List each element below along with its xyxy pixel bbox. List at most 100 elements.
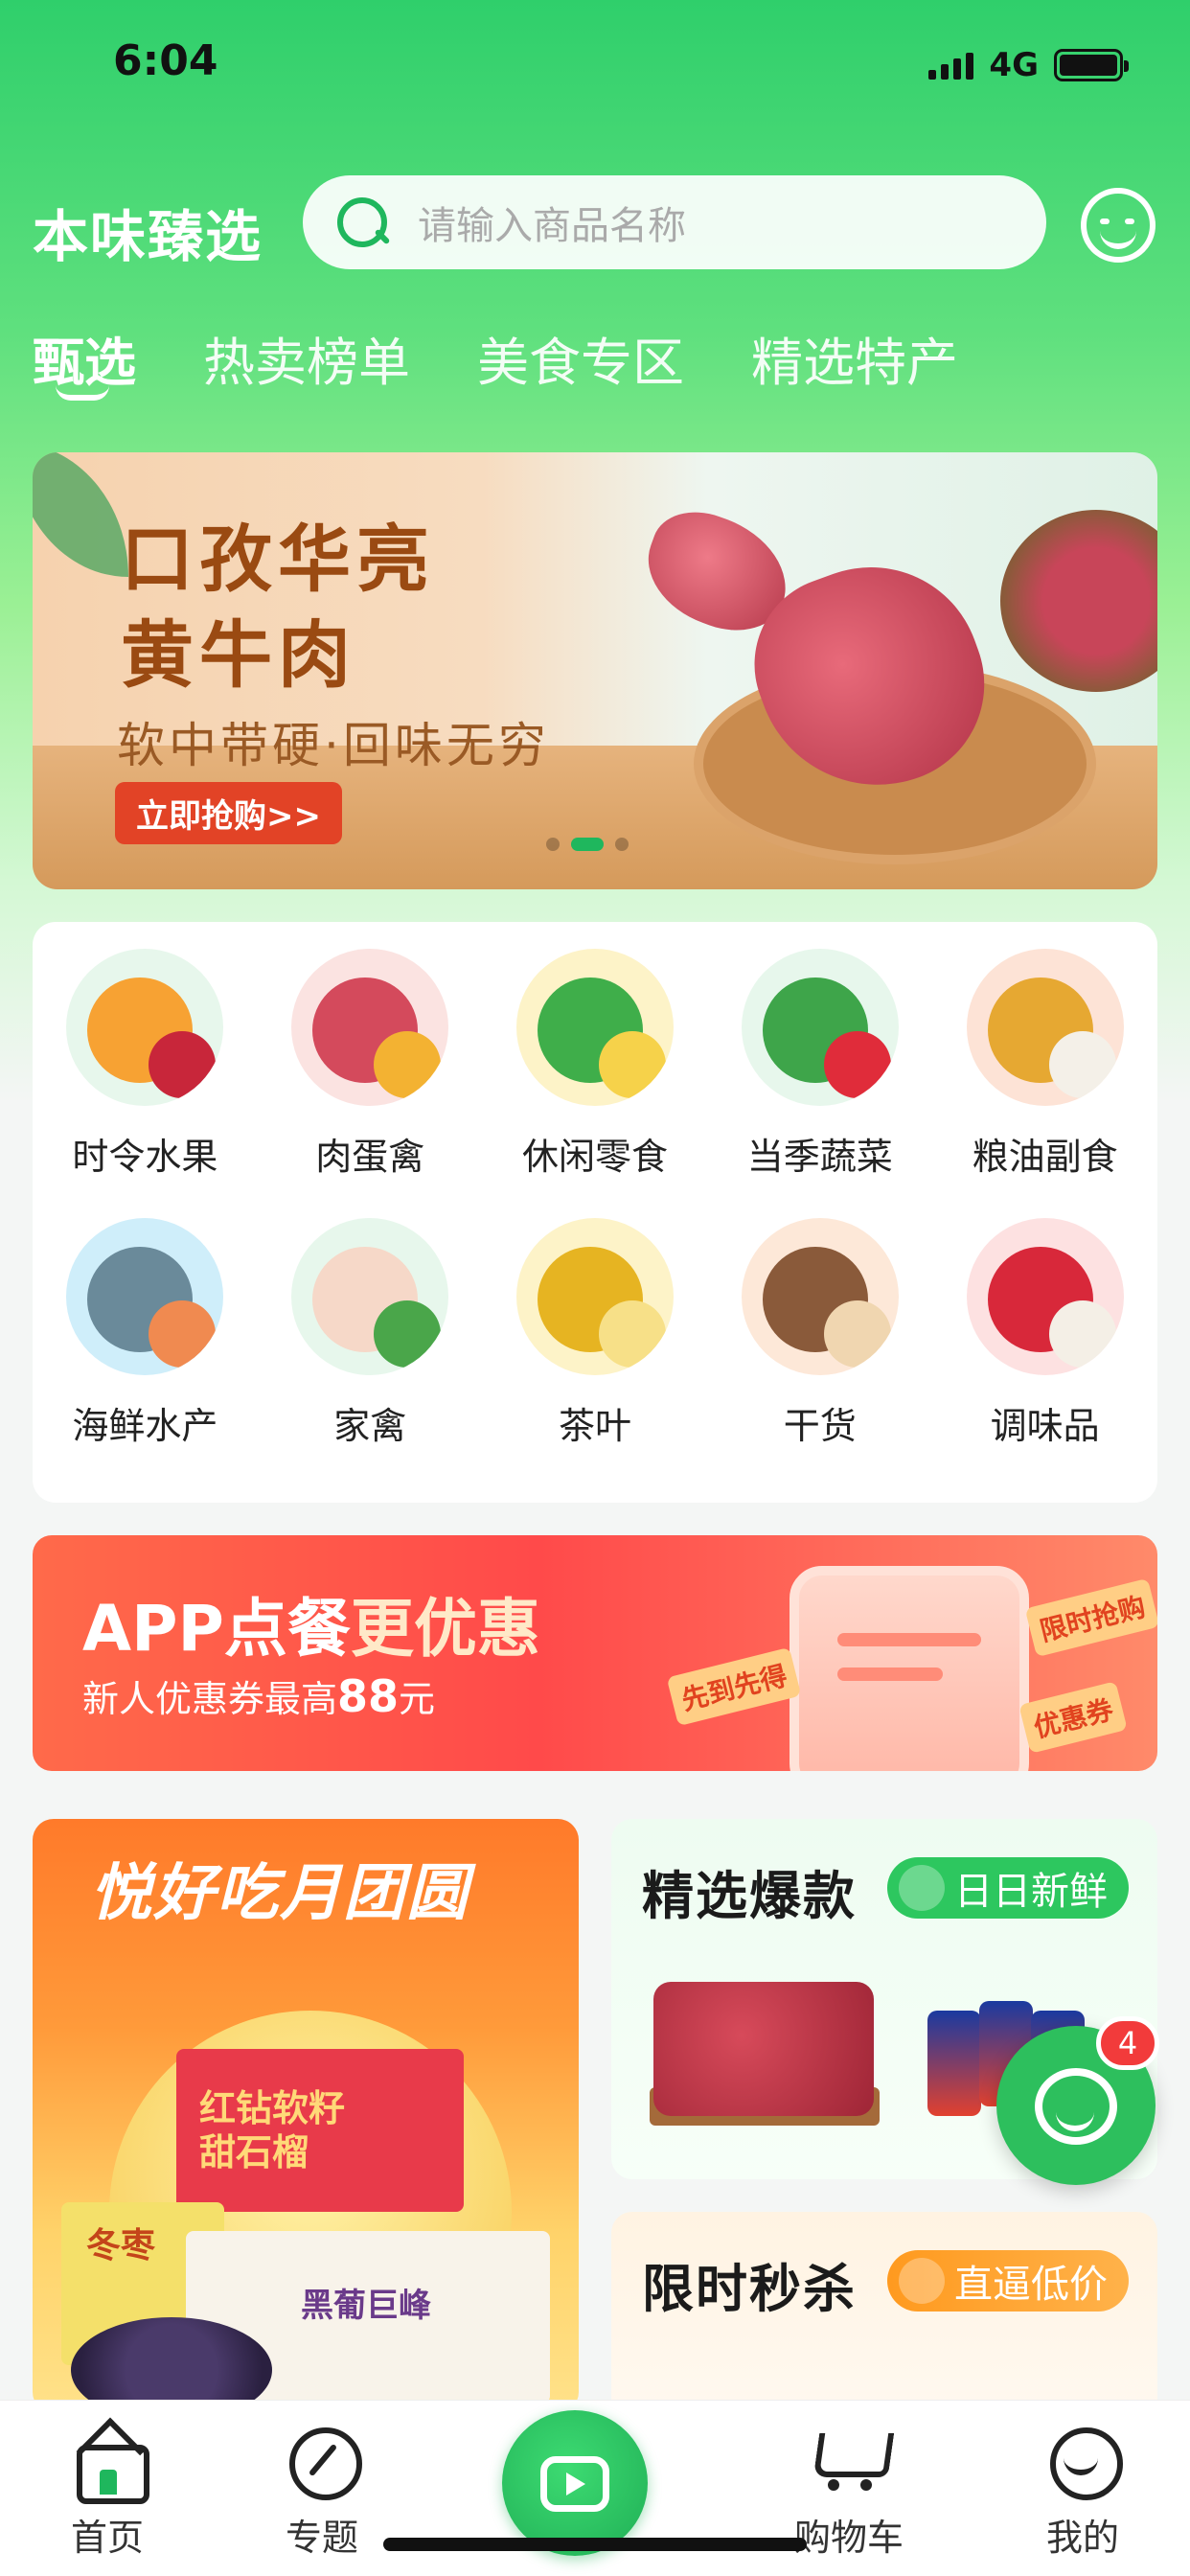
cart-icon xyxy=(812,2424,885,2496)
home-indicator xyxy=(383,2538,807,2551)
promo-title: APP点餐更优惠 xyxy=(82,1577,540,1669)
jujube-box-text: 冬枣 xyxy=(86,2226,156,2266)
category-label: 干货 xyxy=(783,1405,857,1447)
app-promo-banner[interactable]: APP点餐更优惠 新人优惠券最高88元 先到先得 限时抢购 优惠券 xyxy=(33,1535,1157,1771)
gift-box-text-line1: 红钻软籽 xyxy=(199,2087,346,2129)
tab-label: 精选特产 xyxy=(751,333,958,393)
dried-goods-icon xyxy=(741,1218,899,1375)
poultry-icon xyxy=(291,1218,449,1375)
floating-service-button[interactable]: 4 xyxy=(996,2016,1159,2185)
phone-line xyxy=(837,1633,981,1646)
tab-bestsellers[interactable]: 热卖榜单 xyxy=(203,320,410,396)
status-indicators: 4G xyxy=(928,46,1129,84)
grape-box-text: 黑葡巨峰 xyxy=(301,2287,431,2325)
promo-tag: 先到先得 xyxy=(666,1646,802,1727)
pagination-dot-active xyxy=(571,838,604,851)
phone-line xyxy=(837,1668,943,1681)
category-tabs: 甄选 热卖榜单 美食专区 精选特产 xyxy=(33,320,958,401)
fruit-icon xyxy=(66,949,224,1106)
search-bar[interactable]: 请输入商品名称 xyxy=(303,175,1046,269)
category-item[interactable]: 当季蔬菜 xyxy=(707,949,932,1180)
promo-subtitle-suffix: 元 xyxy=(399,1678,436,1720)
phone-illustration xyxy=(790,1566,1029,1771)
promo-title-highlight: 更优惠 xyxy=(350,1592,540,1666)
nav-home[interactable]: 首页 xyxy=(31,2424,184,2561)
fresh-daily-tag: 日日新鲜 xyxy=(887,1857,1129,1919)
promo-amount: 88 xyxy=(337,1670,400,1722)
category-item[interactable]: 干货 xyxy=(707,1218,932,1449)
category-label: 海鲜水产 xyxy=(72,1405,218,1447)
hero-banner[interactable]: 口孜华亮 黄牛肉 软中带硬·回味无穷 立即抢购>> xyxy=(33,452,1157,889)
tab-label: 甄选 xyxy=(33,333,136,393)
seasoning-icon xyxy=(966,1218,1124,1375)
flash-sale-title: 限时秒杀 xyxy=(642,2259,857,2319)
tab-label: 美食专区 xyxy=(477,333,684,393)
notification-badge: 4 xyxy=(1096,2016,1159,2070)
gift-box-text-line2: 甜石榴 xyxy=(199,2130,309,2174)
beef-cubes-bowl-image xyxy=(1000,510,1157,692)
nav-video[interactable] xyxy=(502,2410,648,2556)
category-grid: 时令水果 肉蛋禽 休闲零食 当季蔬菜 粮油副食海鲜水产 家禽 茶叶 干货 调味品 xyxy=(33,949,1157,1449)
grain-oil-icon xyxy=(966,949,1124,1106)
category-item[interactable]: 肉蛋禽 xyxy=(258,949,483,1180)
tab-label: 热卖榜单 xyxy=(203,333,410,393)
network-type: 4G xyxy=(989,46,1039,84)
banner-title-line2: 黄牛肉 xyxy=(121,612,356,698)
nav-label: 首页 xyxy=(70,2517,144,2559)
tea-icon xyxy=(515,1218,674,1375)
banner-pagination xyxy=(546,838,629,851)
tab-specialties[interactable]: 精选特产 xyxy=(751,320,958,396)
category-grid-card: 时令水果 肉蛋禽 休闲零食 当季蔬菜 粮油副食海鲜水产 家禽 茶叶 干货 调味品 xyxy=(33,922,1157,1503)
status-time: 6:04 xyxy=(113,36,218,85)
profile-icon xyxy=(1046,2424,1123,2500)
meat-icon xyxy=(291,949,449,1106)
category-label: 家禽 xyxy=(333,1405,407,1447)
seafood-icon xyxy=(66,1218,224,1375)
category-item[interactable]: 家禽 xyxy=(258,1218,483,1449)
promo-tag: 优惠券 xyxy=(1018,1681,1128,1754)
leaf-decoration xyxy=(33,452,128,577)
category-item[interactable]: 调味品 xyxy=(932,1218,1157,1449)
category-item[interactable]: 时令水果 xyxy=(33,949,258,1180)
topic-icon xyxy=(286,2424,362,2500)
category-item[interactable]: 海鲜水产 xyxy=(33,1218,258,1449)
vegetable-icon xyxy=(741,949,899,1106)
tab-food-zone[interactable]: 美食专区 xyxy=(477,320,684,396)
lightning-icon xyxy=(899,2258,945,2304)
mid-autumn-card[interactable]: 悦好吃月团圆 红钻软籽 甜石榴 冬枣 黑葡巨峰 xyxy=(33,1819,579,2413)
service-mascot-icon[interactable] xyxy=(1081,188,1156,263)
banner-subtitle: 软中带硬·回味无穷 xyxy=(117,718,550,773)
tab-featured[interactable]: 甄选 xyxy=(33,320,136,401)
snack-icon xyxy=(515,949,674,1106)
gift-box-text: 红钻软籽 甜石榴 xyxy=(199,2087,345,2174)
low-price-tag-label: 直逼低价 xyxy=(954,2263,1108,2307)
promo-tag: 限时抢购 xyxy=(1024,1577,1157,1658)
tab-active-indicator xyxy=(56,385,109,401)
category-label: 调味品 xyxy=(990,1405,1100,1447)
category-label: 肉蛋禽 xyxy=(315,1136,425,1178)
can xyxy=(927,2011,981,2116)
nav-label: 购物车 xyxy=(793,2517,904,2559)
low-price-tag: 直逼低价 xyxy=(887,2250,1129,2312)
banner-buy-button[interactable]: 立即抢购>> xyxy=(115,782,342,844)
category-item[interactable]: 茶叶 xyxy=(483,1218,708,1449)
promo-subtitle-prefix: 新人优惠券最高 xyxy=(82,1678,338,1720)
mid-autumn-title: 悦好吃月团圆 xyxy=(90,1858,469,1929)
category-label: 当季蔬菜 xyxy=(746,1136,893,1178)
category-label: 粮油副食 xyxy=(972,1136,1118,1178)
nav-topics[interactable]: 专题 xyxy=(245,2424,399,2561)
category-item[interactable]: 粮油副食 xyxy=(932,949,1157,1180)
search-icon xyxy=(335,196,389,249)
search-placeholder: 请输入商品名称 xyxy=(418,204,686,248)
nav-profile[interactable]: 我的 xyxy=(1006,2424,1159,2561)
mascot-face-icon xyxy=(1035,2068,1117,2145)
nav-label: 我的 xyxy=(1045,2517,1119,2559)
category-item[interactable]: 休闲零食 xyxy=(483,949,708,1180)
category-label: 茶叶 xyxy=(558,1405,631,1447)
promo-subtitle: 新人优惠券最高88元 xyxy=(82,1669,435,1722)
battery-icon xyxy=(1054,49,1129,81)
basket-icon xyxy=(899,1865,945,1911)
pagination-dot xyxy=(615,838,629,851)
category-label: 时令水果 xyxy=(72,1136,218,1178)
banner-title-line1: 口孜华亮 xyxy=(121,517,435,602)
